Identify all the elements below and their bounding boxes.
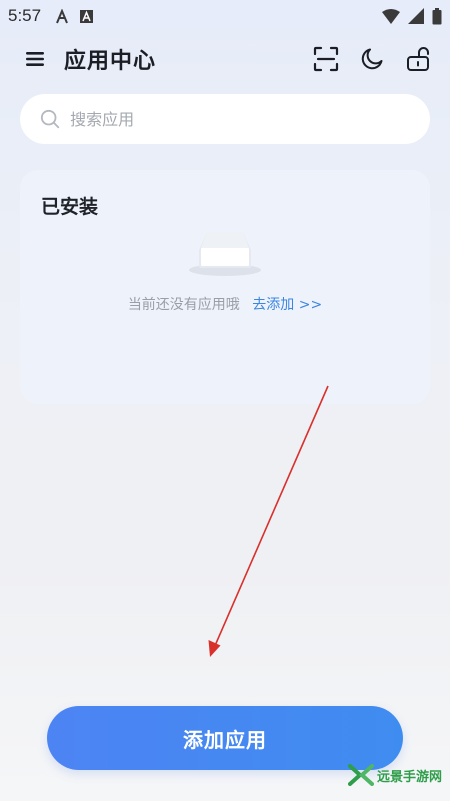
menu-button[interactable]: [22, 46, 48, 72]
search-input[interactable]: [68, 108, 412, 130]
font-a-icon: [55, 8, 70, 24]
lock-button[interactable]: [404, 45, 432, 73]
a-square-icon: [80, 9, 94, 23]
add-app-button[interactable]: 添加应用: [47, 706, 403, 770]
watermark-logo-icon: [348, 764, 374, 786]
theme-toggle-button[interactable]: [358, 45, 386, 73]
search-bar[interactable]: [20, 94, 430, 144]
add-app-button-label: 添加应用: [183, 727, 267, 752]
installed-section-title: 已安装: [41, 196, 99, 218]
scan-button[interactable]: [312, 45, 340, 73]
unlock-icon: [407, 47, 429, 71]
page-title: 应用中心: [64, 49, 157, 74]
scan-icon: [313, 46, 339, 72]
watermark-text: 远景手游网: [377, 769, 443, 785]
wifi-icon: [382, 8, 400, 24]
status-time: 5:57: [8, 6, 42, 25]
add-app-link[interactable]: 去添加 >>: [252, 297, 322, 313]
installed-apps-card: 已安装 当前还没有应用哦 去添加 >>: [20, 170, 430, 404]
watermark: 远景手游网: [348, 764, 442, 786]
hamburger-menu-icon: [26, 52, 44, 66]
moon-icon: [361, 48, 383, 70]
app-bar: 应用中心: [0, 36, 450, 82]
battery-icon: [432, 7, 442, 25]
empty-inbox-icon: [188, 226, 262, 282]
empty-state-row: 当前还没有应用哦 去添加 >>: [20, 294, 430, 314]
signal-icon: [408, 8, 424, 24]
status-bar: 5:57: [0, 0, 450, 32]
app-bar-actions: [312, 45, 432, 73]
search-icon: [40, 109, 60, 129]
empty-state-text: 当前还没有应用哦: [127, 297, 240, 313]
